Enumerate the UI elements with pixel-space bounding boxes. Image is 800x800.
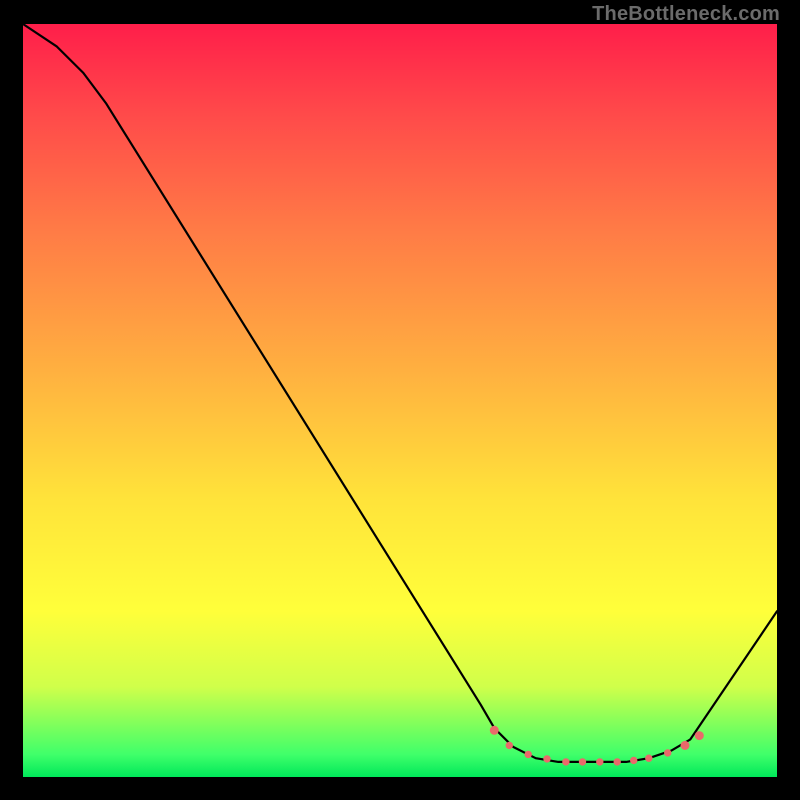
- curve-marker: [631, 757, 637, 763]
- curve-markers: [490, 726, 703, 765]
- curve-marker: [544, 756, 550, 762]
- curve-marker: [597, 759, 603, 765]
- curve-marker: [490, 726, 498, 734]
- attribution-label: TheBottleneck.com: [592, 3, 780, 26]
- curve-marker: [646, 755, 652, 761]
- curve-marker: [695, 732, 703, 740]
- curve-marker: [525, 751, 531, 757]
- curve-marker: [665, 750, 671, 756]
- chart-plot-area: [23, 24, 777, 777]
- bottleneck-curve: [23, 24, 777, 762]
- curve-marker: [506, 742, 512, 748]
- curve-marker: [681, 741, 689, 749]
- curve-marker: [563, 759, 569, 765]
- chart-svg: [23, 24, 777, 777]
- curve-marker: [579, 759, 585, 765]
- curve-marker: [614, 759, 620, 765]
